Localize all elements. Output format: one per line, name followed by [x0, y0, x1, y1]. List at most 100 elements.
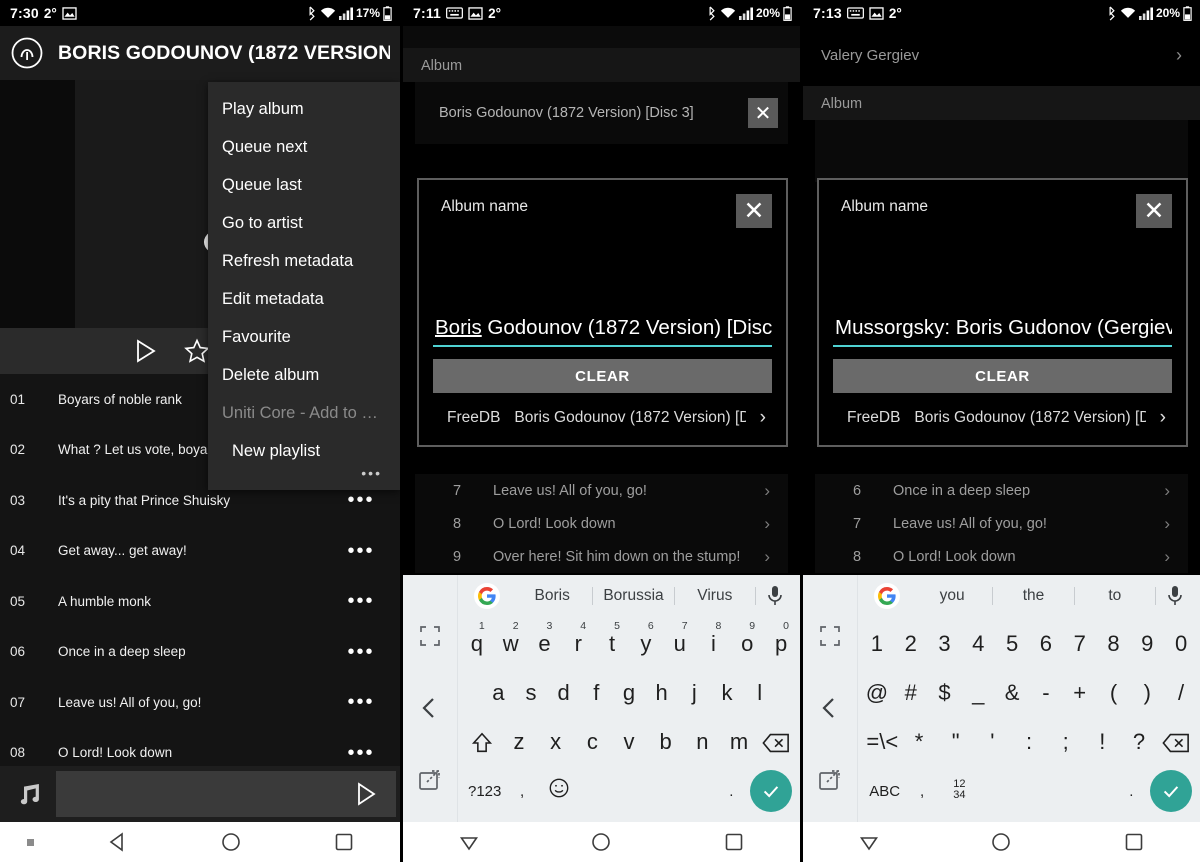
menu-item-edit-metadata[interactable]: Edit metadata [208, 280, 400, 318]
overview-square-icon[interactable] [668, 831, 800, 853]
track-overflow-icon[interactable]: ••• [346, 743, 376, 763]
key-t[interactable]: 5t [595, 620, 629, 657]
back-triangle-icon[interactable] [62, 831, 175, 853]
album-name-field[interactable] [815, 120, 1188, 182]
overview-square-icon[interactable] [1068, 831, 1200, 853]
star-outline-icon[interactable] [184, 338, 210, 364]
google-g-icon[interactable] [474, 582, 500, 609]
play-icon[interactable] [354, 781, 378, 807]
suggestion-2[interactable]: the [993, 586, 1075, 605]
expand-icon[interactable] [417, 623, 443, 649]
overview-square-icon[interactable] [287, 831, 400, 853]
track-overflow-icon[interactable]: ••• [346, 692, 376, 712]
close-icon[interactable]: ✕ [748, 98, 778, 128]
list-item[interactable]: 8 O Lord! Look down › [815, 540, 1188, 573]
key-7[interactable]: 7 [1063, 631, 1097, 657]
list-item[interactable]: 6 Once in a deep sleep › [815, 474, 1188, 507]
freedb-suggestion-row[interactable]: FreeDB Boris Godounov (1872 Version) [Di… [833, 407, 1172, 429]
key-o[interactable]: 9o [730, 620, 764, 657]
key-paren-close[interactable]: ) [1130, 680, 1164, 706]
key-hyphen[interactable]: - [1029, 680, 1063, 706]
track-overflow-icon[interactable]: ••• [346, 591, 376, 611]
freedb-suggestion-row[interactable]: FreeDB Boris Godounov (1872 Version) [Di… [433, 407, 772, 429]
home-circle-icon[interactable] [535, 831, 667, 853]
key-0[interactable]: 0 [1164, 631, 1198, 657]
suggestion-3[interactable]: Virus [675, 586, 756, 605]
key-symbols-switch[interactable]: =\< [864, 729, 901, 755]
track-overflow-icon[interactable]: ••• [346, 541, 376, 561]
key-space[interactable] [578, 778, 713, 804]
key-dollar[interactable]: $ [928, 680, 962, 706]
recent-dot[interactable] [0, 838, 62, 846]
key-r[interactable]: 4r [561, 620, 595, 657]
table-row[interactable]: 07 Leave us! All of you, go! ••• [0, 677, 400, 728]
play-icon[interactable] [132, 338, 158, 364]
chevron-right-icon[interactable]: › [764, 514, 788, 534]
back-triangle-icon[interactable] [803, 831, 935, 853]
artist-field[interactable]: Valery Gergiev › [803, 26, 1200, 86]
suggestion-3[interactable]: to [1075, 586, 1156, 605]
suggestion-2[interactable]: Borussia [593, 586, 675, 605]
chevron-right-icon[interactable]: › [760, 407, 766, 429]
table-row[interactable]: 04 Get away... get away! ••• [0, 526, 400, 577]
album-name-input[interactable]: Mussorgsky: Boris Gudonov (Gergiev) [833, 316, 1172, 347]
key-i[interactable]: 8i [697, 620, 731, 657]
chevron-left-icon[interactable] [817, 695, 843, 721]
track-overflow-icon[interactable]: ••• [346, 490, 376, 510]
chevron-right-icon[interactable]: › [764, 481, 788, 501]
chevron-right-icon[interactable]: › [764, 547, 788, 567]
menu-item-delete-album[interactable]: Delete album [208, 356, 400, 394]
table-row[interactable]: 06 Once in a deep sleep ••• [0, 627, 400, 678]
key-quote-single[interactable]: ' [974, 729, 1011, 755]
menu-item-favourite[interactable]: Favourite [208, 318, 400, 356]
key-6[interactable]: 6 [1029, 631, 1063, 657]
close-icon[interactable]: ✕ [736, 194, 772, 228]
shift-icon[interactable] [464, 729, 501, 755]
clear-button[interactable]: CLEAR [833, 359, 1172, 393]
key-c[interactable]: c [574, 729, 611, 755]
key-semicolon[interactable]: ; [1047, 729, 1084, 755]
key-asterisk[interactable]: * [901, 729, 938, 755]
key-l[interactable]: l [743, 680, 776, 706]
key-period[interactable]: . [1113, 783, 1150, 800]
key-mode-switch[interactable]: ABC [866, 783, 903, 800]
chevron-right-icon[interactable]: › [1160, 407, 1166, 429]
key-n[interactable]: n [684, 729, 721, 755]
floating-window-icon[interactable] [417, 767, 443, 793]
key-1[interactable]: 1 [860, 631, 894, 657]
list-item[interactable]: 8 O Lord! Look down › [415, 507, 788, 540]
key-question[interactable]: ? [1121, 729, 1158, 755]
app-logo-icon[interactable] [10, 36, 44, 70]
key-j[interactable]: j [678, 680, 711, 706]
microphone-icon[interactable] [1164, 584, 1186, 608]
key-x[interactable]: x [537, 729, 574, 755]
key-9[interactable]: 9 [1130, 631, 1164, 657]
list-item[interactable]: 7 Leave us! All of you, go! › [415, 474, 788, 507]
key-plus[interactable]: + [1063, 680, 1097, 706]
key-underscore[interactable]: _ [961, 680, 995, 706]
key-hash[interactable]: # [894, 680, 928, 706]
clear-button[interactable]: CLEAR [433, 359, 772, 393]
key-u[interactable]: 7u [663, 620, 697, 657]
expand-icon[interactable] [817, 623, 843, 649]
key-quote-double[interactable]: " [937, 729, 974, 755]
key-z[interactable]: z [501, 729, 538, 755]
key-period[interactable]: . [713, 783, 750, 800]
floating-window-icon[interactable] [817, 767, 843, 793]
key-d[interactable]: d [547, 680, 580, 706]
key-y[interactable]: 6y [629, 620, 663, 657]
key-exclamation[interactable]: ! [1084, 729, 1121, 755]
chevron-right-icon[interactable]: › [1164, 481, 1188, 501]
seek-bar[interactable] [56, 771, 396, 817]
key-f[interactable]: f [580, 680, 613, 706]
key-8[interactable]: 8 [1097, 631, 1131, 657]
key-2[interactable]: 2 [894, 631, 928, 657]
key-enter[interactable] [1150, 770, 1193, 813]
suggestion-1[interactable]: Boris [512, 586, 594, 605]
home-circle-icon[interactable] [175, 831, 288, 853]
key-mode-switch[interactable]: ?123 [466, 783, 503, 800]
key-colon[interactable]: : [1011, 729, 1048, 755]
key-k[interactable]: k [711, 680, 744, 706]
chevron-left-icon[interactable] [417, 695, 443, 721]
key-comma[interactable]: , [903, 783, 940, 800]
